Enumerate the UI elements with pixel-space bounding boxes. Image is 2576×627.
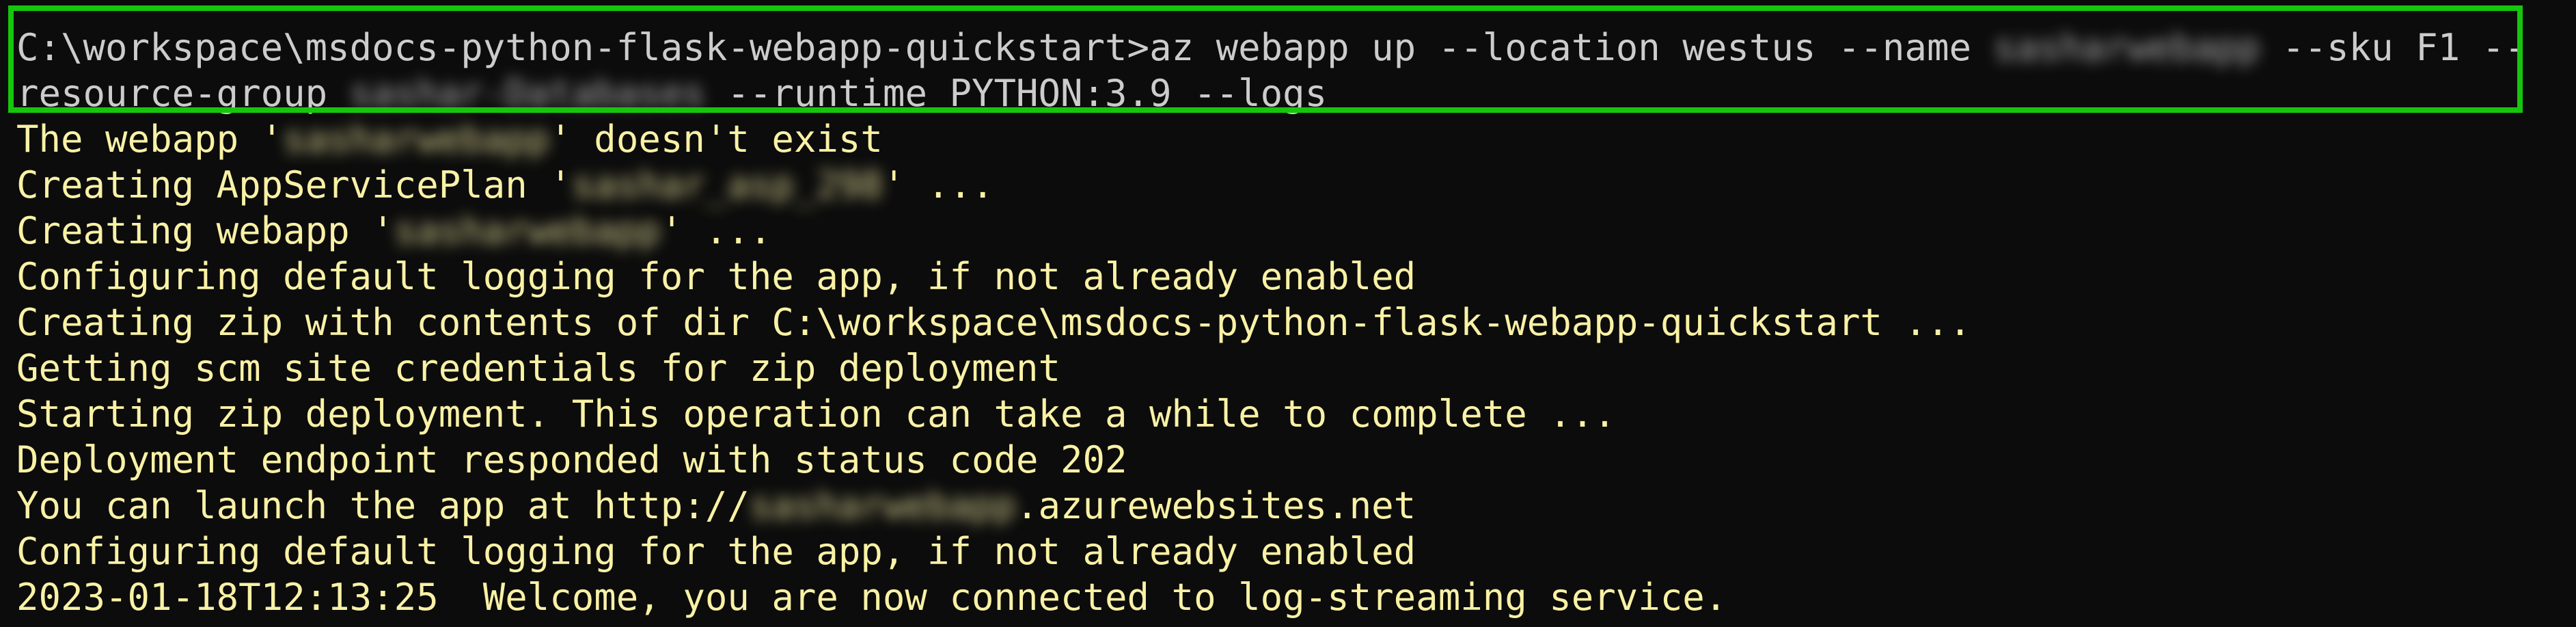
output-text: You can launch the app at http:// [16,484,750,527]
output-line: Creating webapp 'sasharwebapp' ... [16,208,771,254]
command-highlight-box [8,5,2523,113]
output-text: ' ... [882,163,994,206]
redacted-webapp-name: sasharwebapp [283,118,550,161]
output-line: Getting scm site credentials for zip dep… [16,347,1061,390]
output-line: The webapp 'sasharwebapp' doesn't exist [16,116,883,162]
output-text: Creating webapp ' [16,209,394,252]
output-line: Creating zip with contents of dir C:\wor… [16,301,1971,344]
redacted-plan-name: sashar_asp_298 [571,163,883,206]
output-line: Creating AppServicePlan 'sashar_asp_298'… [16,162,994,208]
output-line: Starting zip deployment. This operation … [16,392,1616,436]
output-text: .azurewebsites.net [1016,484,1416,527]
output-line: Configuring default logging for the app,… [16,530,1416,573]
output-line: Deployment endpoint responded with statu… [16,438,1127,481]
output-text: ' doesn't exist [549,118,883,161]
output-line: Configuring default logging for the app,… [16,255,1416,298]
output-line: 2023-01-18T12:13:25 Welcome, you are now… [16,576,1727,619]
redacted-webapp-name: sasharwebapp [394,209,661,252]
output-line: You can launch the app at http://sasharw… [16,483,1416,529]
terminal-window[interactable]: C:\workspace\msdocs-python-flask-webapp-… [0,0,2576,627]
output-text: Creating AppServicePlan ' [16,163,572,206]
output-text: The webapp ' [16,118,284,161]
output-text: ' ... [660,209,772,252]
redacted-webapp-name: sasharwebapp [749,484,1016,527]
